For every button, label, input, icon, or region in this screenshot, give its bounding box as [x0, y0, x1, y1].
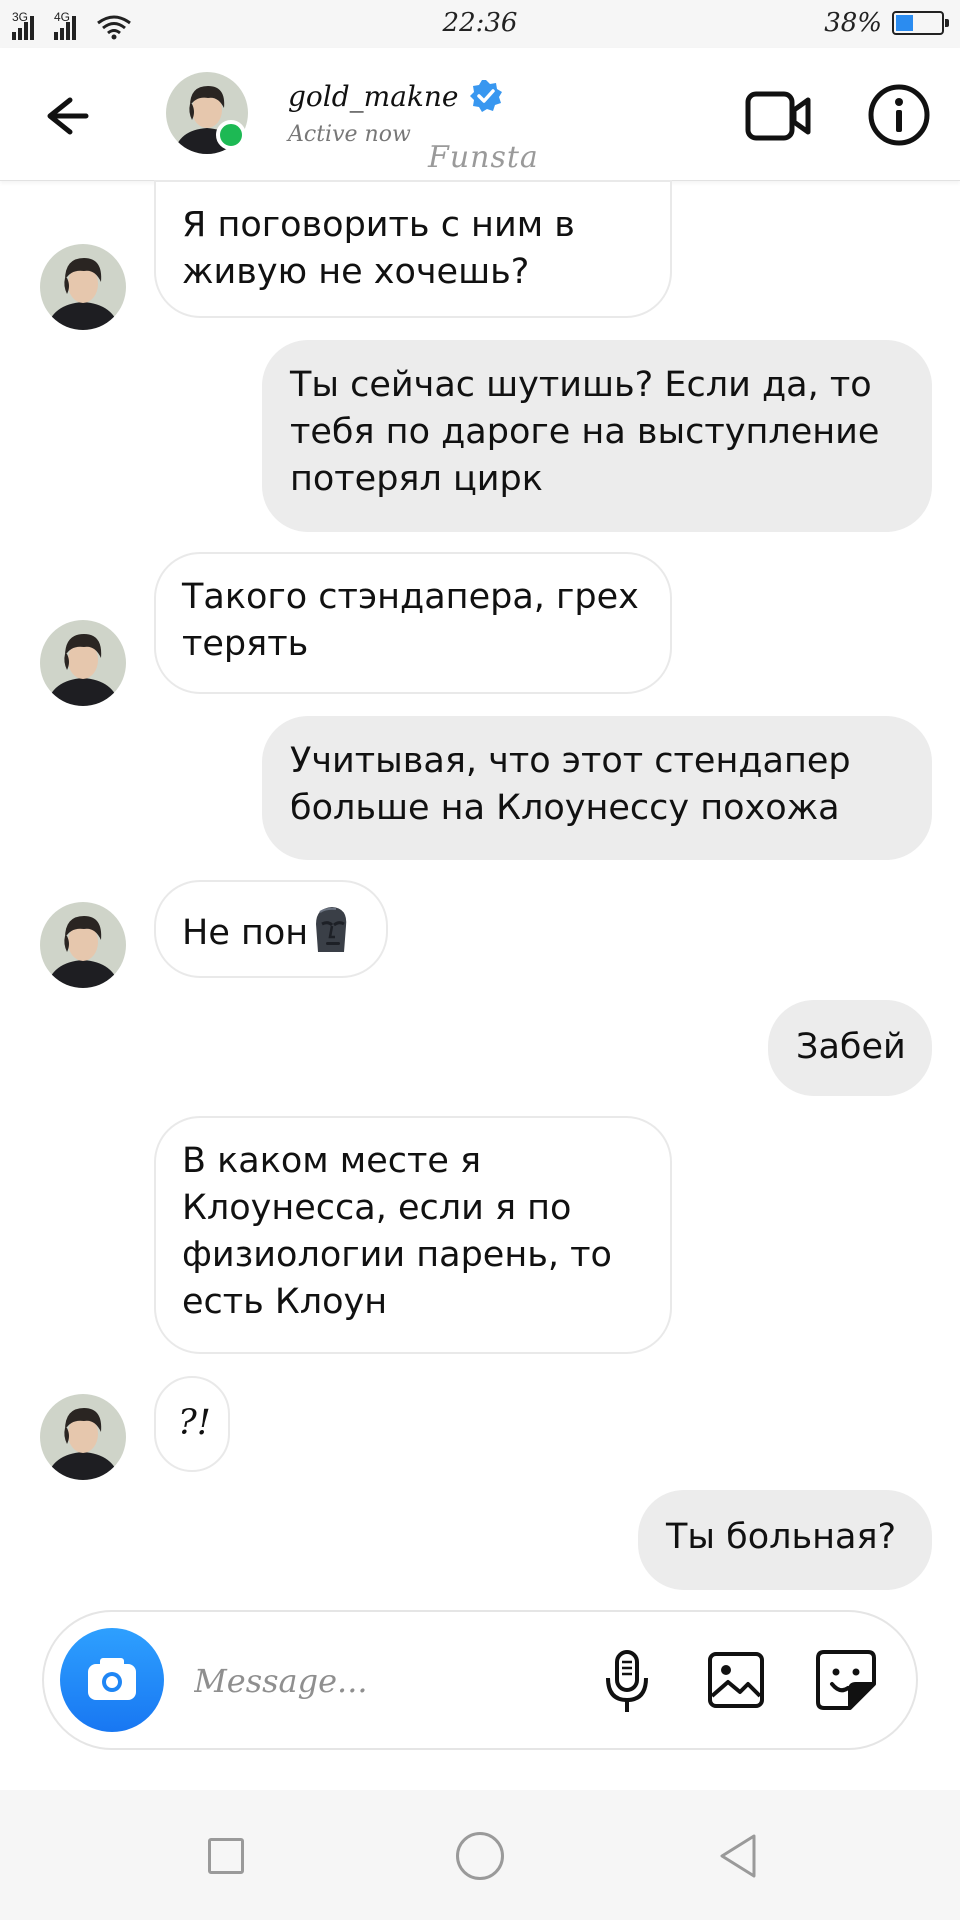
video-call-icon[interactable]	[744, 84, 812, 148]
message-line: тебя по дароге на выступление	[290, 412, 880, 452]
message-text: ?!	[178, 1403, 211, 1443]
watermark: Funsta	[428, 140, 539, 175]
message-text: Забей	[796, 1027, 906, 1067]
sender-avatar[interactable]	[40, 244, 126, 330]
sender-avatar[interactable]	[40, 902, 126, 988]
message-text: Не пон	[182, 913, 309, 953]
message-line: есть Клоун	[182, 1282, 388, 1322]
online-indicator	[216, 120, 246, 150]
verified-badge-icon	[470, 80, 503, 112]
message-line: физиологии парень, то	[182, 1235, 612, 1275]
recent-apps-icon[interactable]	[208, 1838, 244, 1874]
incoming-message[interactable]: ?!	[154, 1376, 230, 1472]
status-bar: 3G 4G 22:36 38%	[0, 0, 960, 48]
outgoing-message[interactable]: Ты сейчас шутишь? Если да, то тебя по да…	[262, 340, 932, 532]
moai-face-icon	[316, 907, 347, 952]
info-icon[interactable]	[866, 82, 932, 148]
battery-percent: 38%	[824, 8, 882, 38]
home-icon[interactable]	[456, 1832, 504, 1880]
gallery-icon[interactable]	[706, 1650, 766, 1710]
system-nav-bar	[0, 1790, 960, 1920]
incoming-message[interactable]: Такого стэндапера, грех терять	[154, 552, 672, 694]
username[interactable]: gold_makne	[288, 80, 458, 113]
message-line: Ты сейчас шутишь? Если да, то	[290, 365, 872, 405]
status-right: 38%	[824, 8, 949, 38]
back-arrow-icon[interactable]	[36, 84, 100, 148]
incoming-message[interactable]: Я поговорить с ним в живую не хочешь?	[154, 180, 672, 318]
message-line: Учитывая, что этот стендапер	[290, 741, 851, 781]
activity-status: Active now	[288, 122, 411, 147]
outgoing-message[interactable]: Забей	[768, 1000, 932, 1096]
sender-avatar[interactable]	[40, 1394, 126, 1480]
message-line: живую не хочешь?	[182, 252, 530, 292]
message-line: В каком месте я	[182, 1141, 482, 1181]
message-line: Такого стэндапера, грех	[182, 577, 639, 617]
chat-header: gold_makne Active now Funsta	[0, 48, 960, 181]
back-icon[interactable]	[714, 1832, 762, 1880]
message-line: потерял цирк	[290, 459, 543, 499]
battery-icon	[892, 11, 949, 35]
incoming-message[interactable]: В каком месте я Клоунесса, если я по физ…	[154, 1116, 672, 1354]
message-line: Я поговорить с ним в	[182, 205, 575, 245]
battery-level	[896, 15, 913, 31]
username-row[interactable]: gold_makne	[288, 78, 504, 114]
incoming-message[interactable]: Не пон	[154, 880, 388, 978]
outgoing-message[interactable]: Ты больная?	[638, 1490, 932, 1590]
outgoing-message[interactable]: Учитывая, что этот стендапер больше на К…	[262, 716, 932, 860]
message-line: терять	[182, 624, 309, 664]
camera-icon	[88, 1658, 136, 1700]
message-input[interactable]	[192, 1648, 576, 1714]
sender-avatar[interactable]	[40, 620, 126, 706]
message-line: больше на Клоунессу похожа	[290, 788, 840, 828]
microphone-icon[interactable]	[602, 1648, 652, 1716]
sticker-icon[interactable]	[814, 1648, 878, 1712]
camera-button[interactable]	[60, 1628, 164, 1732]
message-text: Ты больная?	[666, 1517, 897, 1557]
message-line: Клоунесса, если я по	[182, 1188, 572, 1228]
clock: 22:36	[442, 8, 518, 38]
